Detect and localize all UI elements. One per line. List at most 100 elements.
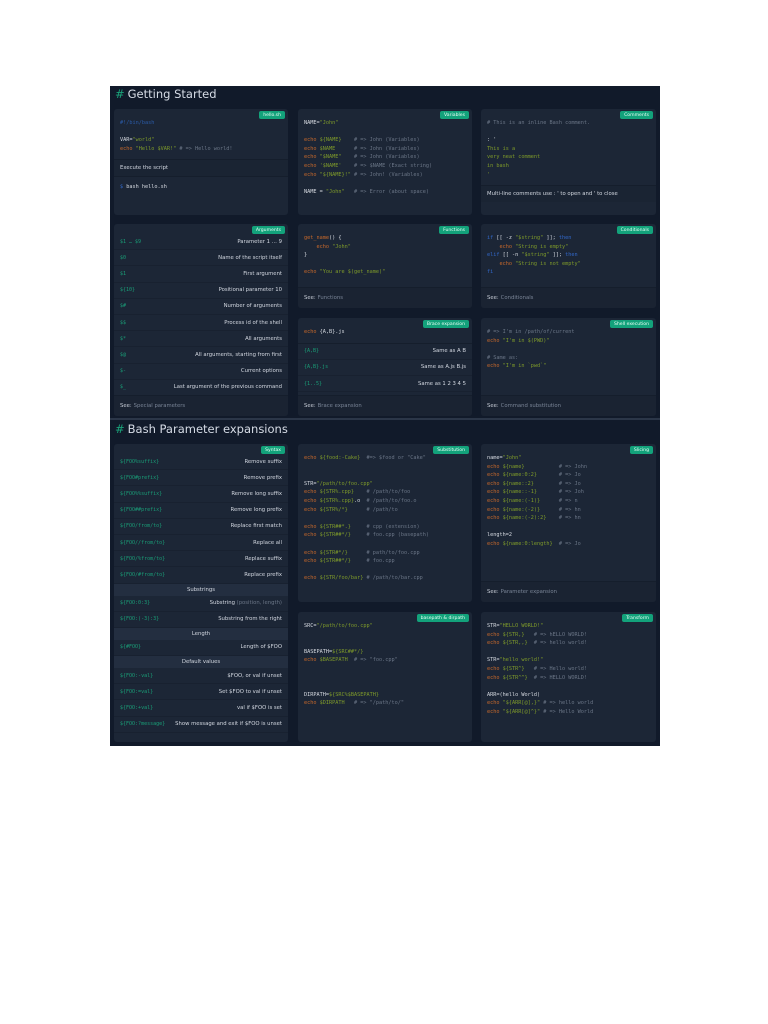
card-syntax: ${FOO%suffix} Remove suffix ${FOO#prefix} R… [114,444,288,742]
description-text: Replace first match [230,523,282,530]
row-key: {A,B} [304,348,320,355]
code-token: echo [304,549,320,556]
row-description: Last argument of the previous command [174,384,282,390]
code-block: STR="HELLO WORLD!" echo ${STR,} # => hELL… [481,612,656,723]
row-key: ${FOO:?message} [120,721,166,728]
code-token: ${STR##*/} [319,558,351,565]
code-line: echo "${NAME}!" # => John! (Variables) [304,171,466,180]
card-note: Multi-line comments use : ' to open and … [481,185,656,203]
code-line: echo ${STR##*.} # cpp (extension) [304,523,466,532]
description-text: Name of the script itself [218,254,282,261]
code-line: # Same as: [487,354,650,363]
code-line: if [[ -z "$string" ]]; then [487,234,650,243]
table-row: ${FOO:(-3):3} Substring from the right [114,612,288,628]
code-line: echo ${STR%.cpp} # /path/to/foo [304,488,466,497]
description-text: Replace all [253,539,282,546]
code-token: ${name:(-2):2} [502,515,547,522]
code-token: echo [304,329,320,335]
code-token: ]]; [543,235,559,241]
code-token: echo [304,137,320,144]
row-key: $$ [120,319,127,326]
code-token: echo [487,260,516,267]
see-label: See: [487,589,499,595]
code-line: echo ${STR##*/} # foo.cpp [304,557,466,566]
code-token: ${SRC%$BASEPATH} [329,691,379,698]
code-line: echo $DIRPATH # => "/path/to/" [304,699,466,708]
table-row: ${FOO/from/to} Replace first match [114,519,288,535]
see-label: See: [304,295,316,301]
code-line: STR="HELLO WORLD!" [487,622,650,631]
code-line: echo "$NAME" # => John (Variables) [304,153,466,162]
row-key: $0 [120,254,127,261]
code-token: This is a [487,145,516,152]
code-line: # => I'm in /path/of/current [487,328,650,337]
code-token: ${STR#*/} [319,549,348,556]
code-line: echo "You are $(get_name)" [304,268,466,277]
row-description: First argument [243,271,282,277]
row-description: Length of $FOO [241,644,283,650]
code-token: echo [487,515,503,522]
code-block: name="John" echo ${name} # => John echo ${… [481,444,656,555]
card-transform: STR="HELLO WORLD!" echo ${STR,} # => hELL… [481,612,656,742]
code-token: # => Joh [536,489,584,496]
row-description: Remove prefix [244,475,282,481]
code-line: echo ${STR%/*} # /path/to [304,506,466,515]
code-token: echo [304,269,320,276]
code-token: "Hello $VAR!" [135,145,177,152]
row-description: Positional parameter 10 [219,287,282,293]
code-token: #!/bin/bash [120,120,155,126]
table-row: ${FOO/#from/to} Replace prefix [114,567,288,584]
see-also: See: Command substitution [481,395,656,416]
description-text: Replace prefix [244,571,282,578]
row-description: Replace first match [231,523,282,529]
code-token: : ' [487,137,497,144]
code-line: echo ${STR^^} # => HELLO WORLD! [487,674,650,683]
row-description: $FOO, or val if unset [227,673,282,679]
description-text: Remove long suffix [231,490,282,497]
code-token: echo [487,674,503,681]
reference-table: {A,B} Same as A B {A,B}.js Same as A.js B.j… [298,342,472,393]
code-token: echo [487,640,503,647]
code-token: $DIRPATH [319,700,345,707]
code-token: # cpp (extension) [350,523,420,530]
see-also-link[interactable]: Functions [318,295,343,301]
code-token: echo [304,532,320,539]
see-also-link[interactable]: Brace expansion [318,403,362,409]
code-token: ${name:0:length} [502,540,553,547]
code-token: NAME= [304,120,320,126]
see-also-link[interactable]: Parameter expansion [501,589,557,595]
code-token: "John" [319,120,339,126]
table-row: ${FOO:0:3} Substring (position, length) [114,596,288,612]
code-token: echo [487,472,503,479]
see-also: See: Conditionals [481,287,656,308]
row-key: ${FOO#prefix} [120,474,160,481]
code-token: # => I'm in /path/of/current [487,329,575,335]
row-description: Replace prefix [244,572,282,578]
hash-mark: # [115,422,125,436]
table-subheading: Substrings [114,583,288,596]
row-key: ${FOO%suffix} [120,458,160,465]
code-token: # => John! (Variables) [350,171,423,178]
code-token: {A,B}.js [319,329,345,335]
card-badge-shell-execution: Shell execution [609,320,653,329]
code-token: ${name:(-2)} [502,506,541,513]
code-token: echo [487,708,503,715]
description-text: Remove suffix [244,458,282,465]
row-key: ${10} [120,287,136,294]
row-description: Remove long prefix [231,507,282,513]
see-also-link[interactable]: Conditionals [501,295,534,301]
code-token: ]]; [549,252,566,259]
code-line: echo ${name:0:length} # => Jo [487,540,650,549]
code-token: length=2 [487,532,512,539]
see-also-link[interactable]: Command substitution [501,403,561,409]
reference-table: ${FOO%suffix} Remove suffix ${FOO#prefix} R… [114,444,288,733]
code-token: echo [487,337,503,344]
see-also-link[interactable]: Special parameters [134,403,186,409]
card-badge-transform: Transform [622,614,653,623]
